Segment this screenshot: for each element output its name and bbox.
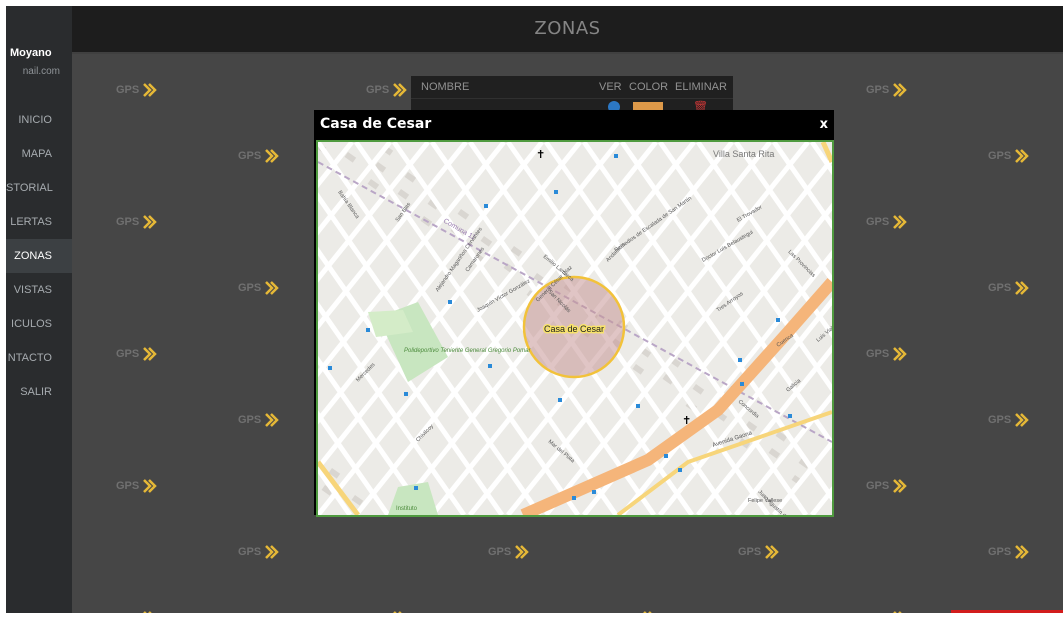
bus-stop-icon (488, 364, 492, 368)
nav-label: NTACTO (7, 352, 52, 364)
nav-label: STORIAL (6, 182, 53, 194)
bus-stop-icon (636, 404, 640, 408)
nav-label: VISTAS (13, 284, 52, 296)
nav-item-zonas[interactable]: ZONAS (6, 239, 72, 273)
nav-item-mapa[interactable]: MAPA (6, 137, 72, 171)
bus-stop-icon (776, 318, 780, 322)
bus-stop-icon (484, 204, 488, 208)
nav-label: LERTAS (10, 216, 52, 228)
nav-item-alertas[interactable]: LERTAS (6, 205, 72, 239)
bus-stop-icon (414, 486, 418, 490)
bus-stop-icon (678, 468, 682, 472)
bus-stop-icon (572, 496, 576, 500)
app-window: Moyano nail.com INICIO MAPA STORIAL LERT… (6, 6, 1063, 613)
nav-item-inicio[interactable]: INICIO (6, 103, 72, 137)
bus-stop-icon (614, 154, 618, 158)
map-label-park: Polideportivo Teniente General Gregorio … (404, 348, 532, 354)
street-label: Felipe Vallese (748, 498, 782, 504)
bus-stop-icon (740, 382, 744, 386)
nav-item-salir[interactable]: SALIR (6, 375, 72, 409)
nav-item-vistas[interactable]: VISTAS (6, 273, 72, 307)
map-label-zone: Casa de Cesar (544, 324, 604, 334)
bus-stop-icon (366, 328, 370, 332)
bus-stop-icon (592, 490, 596, 494)
church-icon: ✝ (682, 414, 691, 427)
nav-item-historial[interactable]: STORIAL (6, 171, 72, 205)
nav-label: ICULOS (11, 318, 52, 330)
bus-stop-icon (558, 398, 562, 402)
map-label-instituto: Instituto (396, 506, 418, 512)
notification-bar (951, 610, 1063, 613)
bus-stop-icon (664, 454, 668, 458)
user-name: Moyano (10, 47, 52, 59)
bus-stop-icon (554, 190, 558, 194)
nav-label: MAPA (21, 148, 52, 160)
nav-item-vehiculos[interactable]: ICULOS (6, 307, 72, 341)
bus-stop-icon (328, 366, 332, 370)
user-email: nail.com (22, 66, 60, 77)
close-button[interactable]: x (820, 117, 828, 132)
modal-header: Casa de Cesar x (314, 110, 834, 140)
bus-stop-icon (448, 300, 452, 304)
bus-stop-icon (738, 358, 742, 362)
zone-map[interactable]: Casa de Cesar Villa Santa Rita Polidepor… (316, 140, 834, 517)
bus-stop-icon (788, 414, 792, 418)
map-label-neighborhood: Villa Santa Rita (713, 149, 774, 159)
nav-label: SALIR (20, 386, 52, 398)
map-canvas[interactable]: Casa de Cesar Villa Santa Rita Polidepor… (318, 142, 832, 515)
nav-label: ZONAS (14, 250, 52, 262)
nav-item-contacto[interactable]: NTACTO (6, 341, 72, 375)
modal-title: Casa de Cesar (320, 116, 432, 132)
zone-modal: Casa de Cesar x Casa de Cesar Villa Sant… (314, 110, 834, 517)
church-icon: ✝ (536, 148, 545, 161)
nav-label: INICIO (18, 114, 52, 126)
sidebar: Moyano nail.com INICIO MAPA STORIAL LERT… (6, 6, 72, 613)
bus-stop-icon (404, 392, 408, 396)
